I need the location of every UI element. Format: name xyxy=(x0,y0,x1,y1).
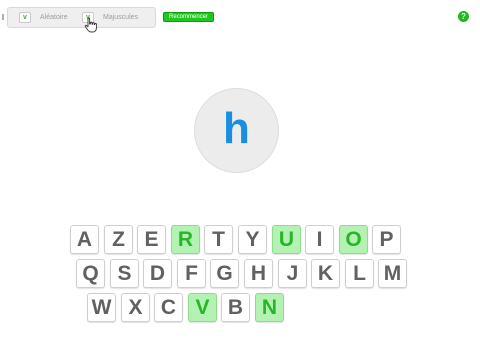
key-p[interactable]: P xyxy=(372,225,401,254)
key-c[interactable]: C xyxy=(154,293,183,322)
key-l[interactable]: L xyxy=(345,259,374,288)
key-q[interactable]: Q xyxy=(76,259,105,288)
options-panel: v Aléatoire v Majuscules xyxy=(7,7,156,28)
restart-button[interactable]: Recommencer xyxy=(163,12,214,22)
random-label: Aléatoire xyxy=(40,14,68,21)
key-b[interactable]: B xyxy=(221,293,250,322)
key-g[interactable]: G xyxy=(210,259,239,288)
key-j[interactable]: J xyxy=(278,259,307,288)
edge-marker xyxy=(2,14,4,20)
help-icon[interactable]: ? xyxy=(458,11,469,22)
hand-cursor-icon xyxy=(84,17,97,33)
key-z[interactable]: Z xyxy=(104,225,133,254)
key-k[interactable]: K xyxy=(311,259,340,288)
key-f[interactable]: F xyxy=(177,259,206,288)
key-i[interactable]: I xyxy=(305,225,334,254)
key-s[interactable]: S xyxy=(110,259,139,288)
key-d[interactable]: D xyxy=(143,259,172,288)
key-m[interactable]: M xyxy=(378,259,407,288)
game-stage: v Aléatoire v Majuscules Recommencer ? h… xyxy=(0,0,480,360)
key-t[interactable]: T xyxy=(204,225,233,254)
target-letter-circle: h xyxy=(194,88,279,173)
key-o[interactable]: O xyxy=(339,225,368,254)
key-v[interactable]: V xyxy=(188,293,217,322)
uppercase-label: Majuscules xyxy=(103,14,139,21)
key-a[interactable]: A xyxy=(70,225,99,254)
key-n[interactable]: N xyxy=(255,293,284,322)
key-h[interactable]: H xyxy=(244,259,273,288)
key-w[interactable]: W xyxy=(87,293,116,322)
key-u[interactable]: U xyxy=(272,225,301,254)
key-r[interactable]: R xyxy=(171,225,200,254)
random-checkbox[interactable]: v xyxy=(19,12,31,23)
key-y[interactable]: Y xyxy=(238,225,267,254)
target-letter: h xyxy=(223,104,250,153)
key-x[interactable]: X xyxy=(121,293,150,322)
key-e[interactable]: E xyxy=(137,225,166,254)
